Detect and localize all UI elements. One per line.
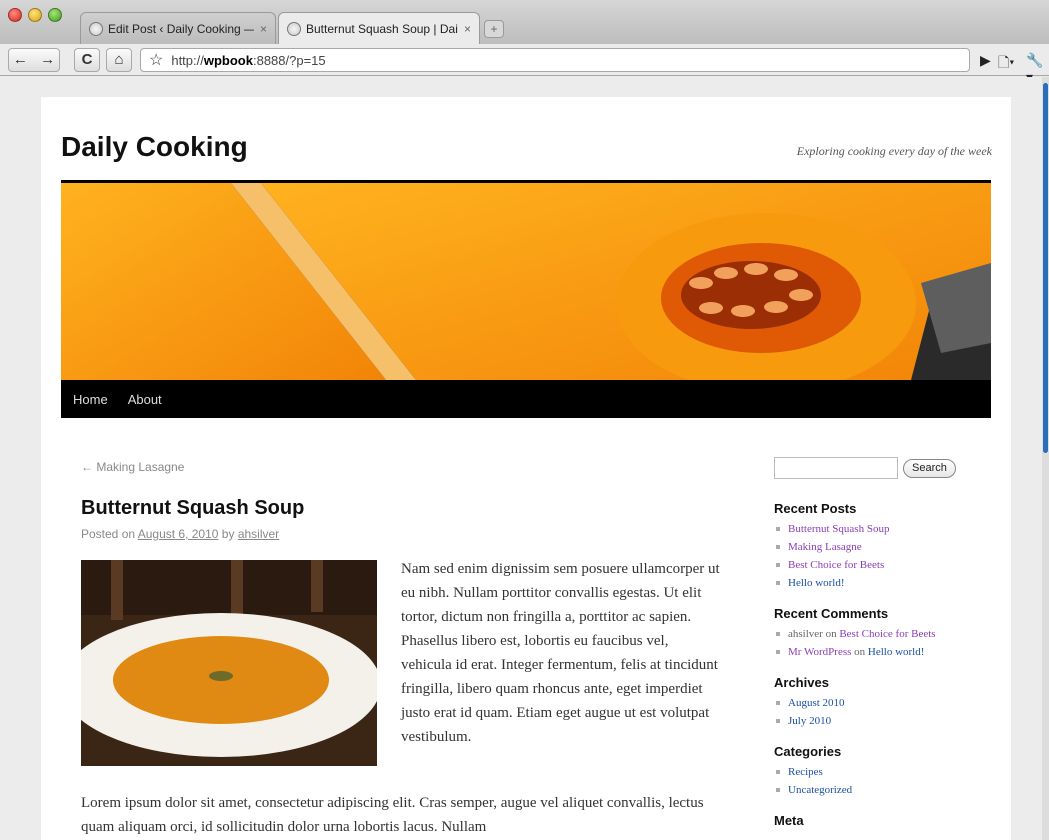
home-button[interactable]: ⌂ <box>106 48 132 72</box>
archive-link[interactable]: August 2010 <box>788 697 845 709</box>
list-item: Hello world! <box>774 574 994 592</box>
address-bar[interactable]: ☆ http://wpbook:8888/?p=15 <box>140 48 970 72</box>
post-title: Butternut Squash Soup <box>81 497 305 519</box>
previous-post-link[interactable]: ← Making Lasagne <box>81 460 184 474</box>
reload-button[interactable]: C <box>74 48 100 72</box>
back-button[interactable]: ← <box>13 51 28 68</box>
page-menu-icon[interactable]: 🗋▾ <box>998 52 1014 76</box>
meta-widget: Meta <box>774 813 994 828</box>
search-form: Search <box>774 457 994 479</box>
comment-author-link[interactable]: Mr WordPress <box>788 646 851 658</box>
list-item: July 2010 <box>774 712 994 730</box>
globe-icon <box>287 21 301 36</box>
soup-photo <box>81 560 377 766</box>
posted-on-label: Posted on <box>81 527 136 541</box>
category-link[interactable]: Uncategorized <box>788 784 852 796</box>
comment-post-link[interactable]: Best Choice for Beets <box>839 628 935 640</box>
sidebar: Search Recent Posts Butternut Squash Sou… <box>774 457 994 840</box>
list-item: ahsilver on Best Choice for Beets <box>774 625 994 643</box>
tab-title: Edit Post ‹ Daily Cooking — V <box>108 21 254 36</box>
category-link[interactable]: Recipes <box>788 766 823 778</box>
recent-comments-widget: Recent Comments ahsilver on Best Choice … <box>774 606 994 661</box>
list-item: August 2010 <box>774 694 994 712</box>
widget-title: Categories <box>774 744 842 759</box>
page-viewport: Daily Cooking Exploring cooking every da… <box>0 77 1049 840</box>
widget-title: Recent Posts <box>774 501 857 516</box>
close-tab-icon[interactable]: × <box>260 22 267 36</box>
post-date-link[interactable]: August 6, 2010 <box>138 527 219 541</box>
comment-post-link[interactable]: Hello world! <box>868 646 925 658</box>
comment-on-label: on <box>825 628 837 640</box>
go-icon[interactable]: ▶ <box>980 52 991 69</box>
recent-post-link[interactable]: Butternut Squash Soup <box>788 523 889 535</box>
site-tagline: Exploring cooking every day of the week <box>796 144 992 158</box>
by-label: by <box>221 527 235 541</box>
close-tab-icon[interactable]: × <box>464 22 471 36</box>
list-item: Butternut Squash Soup <box>774 520 994 538</box>
url-rest: :8888/?p=15 <box>252 52 326 68</box>
page-content: Daily Cooking Exploring cooking every da… <box>41 97 1011 840</box>
tab-edit-post[interactable]: Edit Post ‹ Daily Cooking — V × <box>80 12 276 44</box>
widget-title: Recent Comments <box>774 606 889 621</box>
post-meta: Posted on August 6, 2010 by ahsilver <box>81 527 279 541</box>
comment-author: ahsilver <box>788 628 823 640</box>
archives-widget: Archives August 2010 July 2010 <box>774 675 994 730</box>
forward-button[interactable]: → <box>40 51 55 68</box>
search-button[interactable]: Search <box>903 458 956 478</box>
browser-tab-bar: Edit Post ‹ Daily Cooking — V × Butternu… <box>0 0 1049 44</box>
recent-post-link[interactable]: Making Lasagne <box>788 541 862 553</box>
globe-icon <box>89 21 103 36</box>
back-forward-group: ← → <box>8 48 60 72</box>
scrollbar-thumb[interactable] <box>1043 83 1048 453</box>
widget-title: Archives <box>774 675 829 690</box>
author-link[interactable]: ahsilver <box>238 527 279 541</box>
list-item: Making Lasagne <box>774 538 994 556</box>
search-input[interactable] <box>774 457 898 479</box>
recent-post-link[interactable]: Hello world! <box>788 577 845 589</box>
list-item: Uncategorized <box>774 781 994 799</box>
nav-home-link[interactable]: Home <box>71 392 108 407</box>
recent-post-link[interactable]: Best Choice for Beets <box>788 559 884 571</box>
url-prefix: http:// <box>171 52 204 68</box>
zoom-window-button[interactable] <box>48 8 62 22</box>
main-navigation: Home About <box>61 380 991 418</box>
widget-title: Meta <box>774 813 804 828</box>
recent-posts-widget: Recent Posts Butternut Squash Soup Makin… <box>774 501 994 592</box>
browser-toolbar: ← → C ⌂ ☆ http://wpbook:8888/?p=15 ▶ 🗋▾ … <box>0 44 1049 85</box>
list-item: Recipes <box>774 763 994 781</box>
minimize-window-button[interactable] <box>28 8 42 22</box>
tab-title: Butternut Squash Soup | Dail <box>306 21 458 36</box>
categories-widget: Categories Recipes Uncategorized <box>774 744 994 799</box>
site-title[interactable]: Daily Cooking <box>61 131 248 163</box>
list-item: Best Choice for Beets <box>774 556 994 574</box>
post-paragraph-1: Nam sed enim dignissim sem posuere ullam… <box>401 561 720 745</box>
bookmark-star-icon[interactable]: ☆ <box>149 50 163 70</box>
nav-about-link[interactable]: About <box>126 392 162 407</box>
list-item: Mr WordPress on Hello world! <box>774 643 994 661</box>
vertical-scrollbar[interactable] <box>1042 77 1049 840</box>
tab-butternut-squash-soup[interactable]: Butternut Squash Soup | Dail × <box>278 12 480 44</box>
comment-on-label: on <box>854 646 866 658</box>
post-paragraph-2: Lorem ipsum dolor sit amet, consectetur … <box>81 795 704 835</box>
url-host: wpbook <box>203 52 253 68</box>
archive-link[interactable]: July 2010 <box>788 715 831 727</box>
new-tab-button[interactable]: + <box>484 20 504 38</box>
close-window-button[interactable] <box>8 8 22 22</box>
header-image-squash <box>61 180 991 380</box>
